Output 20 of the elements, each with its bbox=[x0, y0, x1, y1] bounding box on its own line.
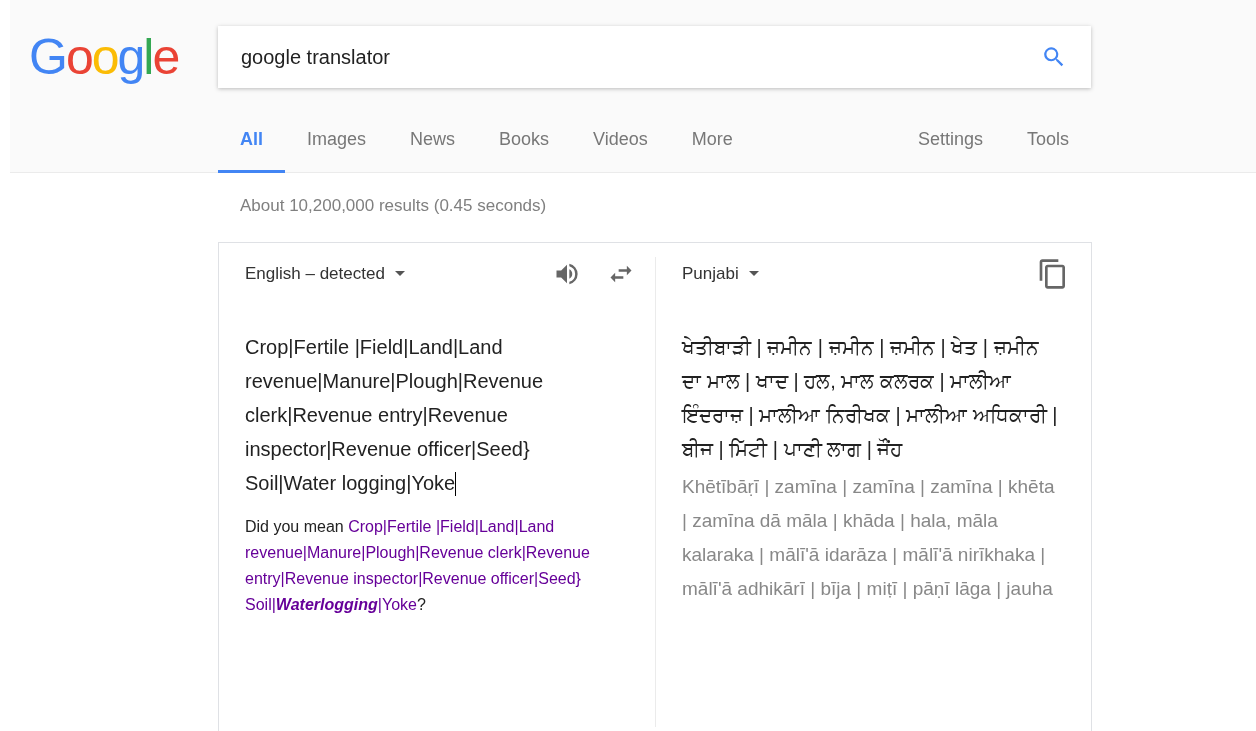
search-tab[interactable]: All bbox=[218, 108, 285, 173]
romanization-text: Khētībāṛī | zamīna | zamīna | zamīna | khēta | zamīna dā māla | khāda | hala, māla kalaraka | mālī'ā idarāza | mālī'ā nirīkhaka | mālī'ā adhikārī | bīja | miṭī | pāṇī lāga | jauha bbox=[682, 474, 1056, 601]
search-tab[interactable]: News bbox=[388, 108, 478, 173]
google-logo[interactable]: Google bbox=[29, 32, 199, 82]
caret-icon bbox=[394, 271, 405, 276]
caret-icon bbox=[748, 271, 759, 276]
did-you-mean-link[interactable]: Did you mean Crop|Fertile |Field|Land|Land revenue|Manure|Plough|Revenue clerk|Revenue entry|Revenue inspector|Revenue officer|Seed} Soil|Waterlogging|Yoke? bbox=[245, 513, 605, 618]
source-text-field[interactable]: Crop|Fertile |Field|Land|Land revenue|Manure|Plough|Revenue clerk|Revenue entry|Revenue inspector|Revenue officer|Seed} Soil|Water logging|Yoke bbox=[245, 329, 585, 500]
tools-link[interactable]: Tools bbox=[1004, 108, 1091, 173]
search-tab[interactable]: More bbox=[669, 108, 755, 173]
translation-text: ਖੇਤੀਬਾੜੀ | ਜ਼ਮੀਨ | ਜ਼ਮੀਨ | ਜ਼ਮੀਨ | ਖੇਤ | ਜ਼ਮੀਨ ਦਾ ਮਾਲ | ਖਾਦ | ਹਲ, ਮਾਲ ਕਲਰਕ | ਮਾਲੀਆ ਇੰਦਰਾਜ਼ | ਮਾਲੀਆ ਨਿਰੀਖਕ | ਮਾਲੀਆ ਅਧਿਕਾਰੀ | ਬੀਜ | ਮਿੱਟੀ | ਪਾਣੀ ਲਾਗ | ਜੌਂਹ bbox=[682, 334, 1059, 462]
source-language-dropdown[interactable]: English – detected bbox=[245, 260, 405, 287]
tools-link[interactable]: Settings bbox=[895, 108, 1005, 173]
search-tab[interactable]: Books bbox=[477, 108, 572, 173]
target-language-dropdown[interactable]: Punjabi bbox=[682, 260, 759, 287]
search-tab[interactable]: Images bbox=[285, 108, 389, 173]
result-stats: About 10,200,000 results (0.45 seconds) bbox=[240, 195, 548, 217]
search-field[interactable]: google translator bbox=[241, 42, 1041, 72]
search-bar[interactable]: google translator bbox=[218, 26, 1091, 88]
search-tab[interactable]: Videos bbox=[571, 108, 670, 173]
